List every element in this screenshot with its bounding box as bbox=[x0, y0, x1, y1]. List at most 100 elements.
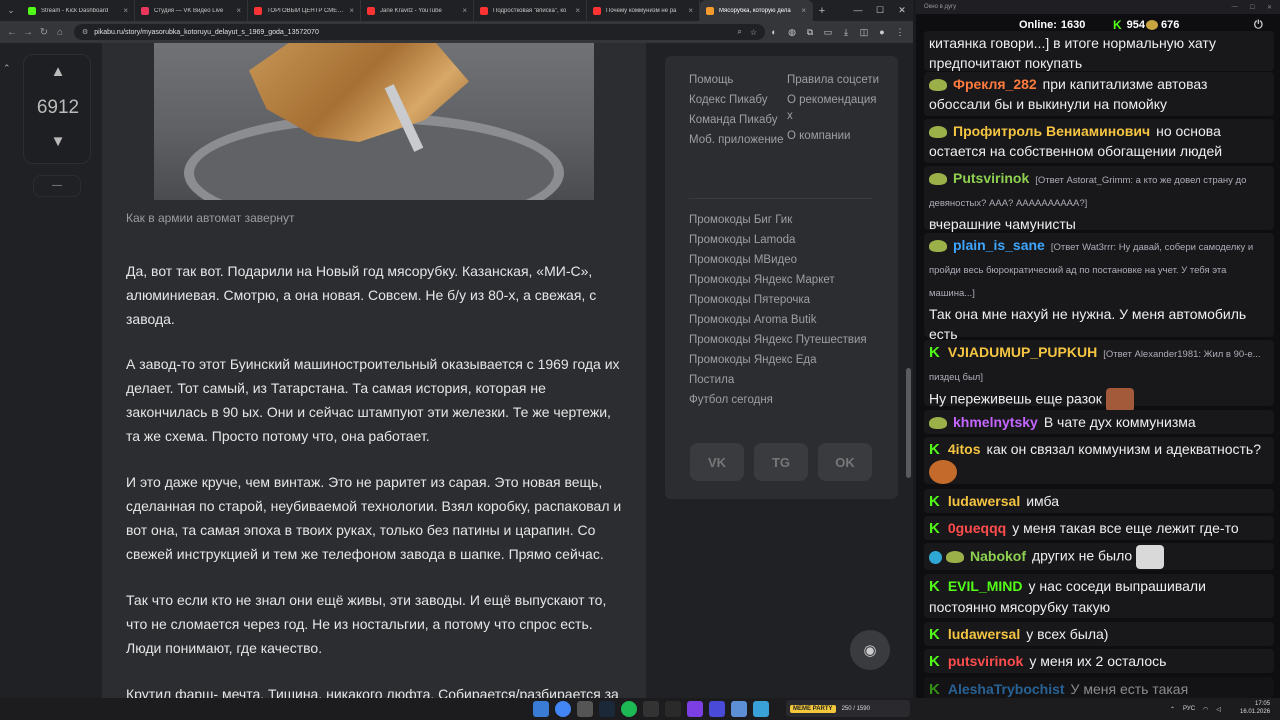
tab-close-icon[interactable]: × bbox=[236, 6, 241, 15]
telegram-social-button[interactable]: TG bbox=[754, 443, 808, 481]
settings-icon[interactable]: ⏻ bbox=[1254, 19, 1263, 32]
home-icon[interactable]: ⌂ bbox=[52, 27, 68, 38]
promo-link[interactable]: Промокоды Яндекс Маркет bbox=[689, 272, 879, 288]
username[interactable]: AleshaTrybochist bbox=[948, 681, 1065, 697]
minimize-icon[interactable]: — bbox=[1232, 4, 1238, 11]
username[interactable]: ludawersal bbox=[948, 493, 1020, 509]
footer-link[interactable]: Команда Пикабу bbox=[689, 112, 784, 128]
tab-close-icon[interactable]: × bbox=[462, 6, 467, 15]
extension-icon[interactable]: ◍ bbox=[783, 27, 801, 38]
page-scrollbar[interactable] bbox=[906, 368, 911, 478]
tab-search-icon[interactable]: ⌄ bbox=[0, 0, 22, 21]
app-icon[interactable] bbox=[577, 701, 593, 717]
tab-youtube-2[interactable]: Jane Kravitz - YouTube × bbox=[361, 0, 474, 21]
split-view-icon[interactable]: ◫ bbox=[855, 27, 873, 38]
app-icon[interactable] bbox=[731, 701, 747, 717]
promo-link[interactable]: Промокоды Биг Гик bbox=[689, 212, 879, 228]
app-icon[interactable] bbox=[687, 701, 703, 717]
promo-link[interactable]: Промокоды Яндекс Еда bbox=[689, 352, 879, 368]
pepe-badge-icon bbox=[929, 79, 947, 92]
chat-titlebar: Окно в дугу — ☐ ✕ bbox=[916, 0, 1280, 14]
username[interactable]: EVIL_MIND bbox=[948, 578, 1023, 594]
app-icon[interactable] bbox=[709, 701, 725, 717]
new-tab-button[interactable]: + bbox=[813, 5, 831, 17]
tab-pikabu-active[interactable]: Мясорубка, которую дела × bbox=[700, 0, 813, 21]
username[interactable]: Nabokof bbox=[970, 548, 1026, 564]
promo-link[interactable]: Промокоды МВидео bbox=[689, 252, 879, 268]
downvote-icon[interactable]: ▼ bbox=[24, 133, 92, 150]
spotify-icon[interactable] bbox=[621, 701, 637, 717]
download-icon[interactable]: ⤓ bbox=[837, 27, 855, 38]
extensions-puzzle-icon[interactable]: ⧉ bbox=[801, 27, 819, 38]
username[interactable]: ludawersal bbox=[948, 626, 1020, 642]
steam-icon[interactable] bbox=[599, 701, 615, 717]
footer-link[interactable]: Моб. приложение bbox=[689, 132, 784, 148]
theme-palette-button[interactable]: ◉ bbox=[850, 630, 890, 670]
footer-link[interactable]: О рекомендация х bbox=[787, 92, 882, 124]
tab-close-icon[interactable]: × bbox=[123, 6, 128, 15]
address-bar[interactable]: ⚙ pikabu.ru/story/myasorubka_kotoruyu_de… bbox=[74, 24, 765, 40]
ok-social-button[interactable]: OK bbox=[818, 443, 872, 481]
collapse-button[interactable]: — bbox=[33, 175, 81, 197]
maximize-icon[interactable]: ☐ bbox=[1250, 4, 1255, 11]
username[interactable]: 0gueqqq bbox=[948, 520, 1006, 536]
extension-icon[interactable]: ◐ bbox=[765, 27, 783, 37]
volume-icon[interactable]: ◁ bbox=[1216, 706, 1221, 713]
bookmark-star-icon[interactable]: ☆ bbox=[750, 28, 757, 37]
app-icon[interactable] bbox=[665, 701, 681, 717]
footer-link[interactable]: Помощь bbox=[689, 72, 784, 88]
tab-close-icon[interactable]: × bbox=[688, 6, 693, 15]
menu-icon[interactable]: ⋮ bbox=[891, 27, 909, 38]
meme-party-widget[interactable]: МЕМЕ PARTY 250 / 1590 bbox=[786, 700, 910, 717]
vk-social-button[interactable]: VK bbox=[690, 443, 744, 481]
sidebar-icon[interactable]: ▭ bbox=[819, 27, 837, 38]
tab-close-icon[interactable]: × bbox=[801, 6, 806, 15]
obs-icon[interactable] bbox=[643, 701, 659, 717]
zoom-icon[interactable]: ⌕ bbox=[737, 27, 741, 37]
app-icon[interactable] bbox=[753, 701, 769, 717]
footer-link[interactable]: О компании bbox=[787, 128, 882, 144]
promo-link[interactable]: Промокоды Пятерочка bbox=[689, 292, 879, 308]
tab-vk[interactable]: Студия — VK Видео Live × bbox=[135, 0, 248, 21]
upvote-icon[interactable]: ▲ bbox=[24, 63, 92, 80]
username[interactable]: khmelnytsky bbox=[953, 414, 1038, 430]
chrome-icon[interactable] bbox=[555, 701, 571, 717]
tab-kick[interactable]: Stream - Kick Dashboard × bbox=[22, 0, 135, 21]
windows-start-icon[interactable] bbox=[533, 701, 549, 717]
clock[interactable]: 17:05 16.01.2026 bbox=[1240, 700, 1270, 716]
promo-link[interactable]: Промокоды Яндекс Путешествия bbox=[689, 332, 879, 348]
username[interactable]: Фрекля_282 bbox=[953, 76, 1037, 92]
username[interactable]: plain_is_sane bbox=[953, 237, 1045, 253]
username[interactable]: VJIADUMUP_PUPKUH bbox=[948, 344, 1097, 360]
username[interactable]: Putsvirinok bbox=[953, 170, 1029, 186]
forward-icon[interactable]: → bbox=[20, 27, 36, 38]
minimize-icon[interactable]: — bbox=[847, 5, 869, 16]
url-text[interactable]: pikabu.ru/story/myasorubka_kotoruyu_dela… bbox=[94, 29, 729, 36]
maximize-icon[interactable]: ☐ bbox=[869, 5, 891, 16]
tab-youtube-3[interactable]: Подростковая "вписка", ко × bbox=[474, 0, 587, 21]
tray-chevron-icon[interactable]: ⌃ bbox=[1170, 706, 1175, 713]
back-icon[interactable]: ← bbox=[4, 27, 20, 38]
wifi-icon[interactable]: ◠ bbox=[1203, 706, 1208, 713]
promo-link[interactable]: Постила bbox=[689, 372, 879, 388]
close-window-icon[interactable]: ✕ bbox=[1267, 4, 1272, 11]
tab-youtube-4[interactable]: Почему коммунизм не ра × bbox=[587, 0, 700, 21]
site-info-icon[interactable]: ⚙ bbox=[82, 28, 88, 36]
username[interactable]: putsvirinok bbox=[948, 653, 1023, 669]
promo-link[interactable]: Промокоды Lamoda bbox=[689, 232, 879, 248]
reload-icon[interactable]: ↻ bbox=[36, 27, 52, 38]
footer-link[interactable]: Кодекс Пикабу bbox=[689, 92, 784, 108]
tab-close-icon[interactable]: × bbox=[349, 6, 354, 15]
username[interactable]: 4itos bbox=[948, 441, 981, 457]
divider bbox=[689, 198, 872, 199]
tab-youtube-1[interactable]: ТОРГОВЫЙ ЦЕНТР СМЕРТИ × bbox=[248, 0, 361, 21]
footer-link[interactable]: Правила соцсети bbox=[787, 72, 882, 88]
lang-indicator[interactable]: РУС bbox=[1183, 706, 1195, 712]
tab-close-icon[interactable]: × bbox=[575, 6, 580, 15]
scroll-up-icon[interactable]: ⌃ bbox=[3, 63, 11, 74]
username[interactable]: Профитроль Вениаминович bbox=[953, 123, 1150, 139]
promo-link[interactable]: Промокоды Aroma Butik bbox=[689, 312, 879, 328]
profile-icon[interactable]: ● bbox=[873, 27, 891, 37]
close-window-icon[interactable]: ✕ bbox=[891, 5, 913, 16]
promo-link[interactable]: Футбол сегодня bbox=[689, 392, 879, 408]
